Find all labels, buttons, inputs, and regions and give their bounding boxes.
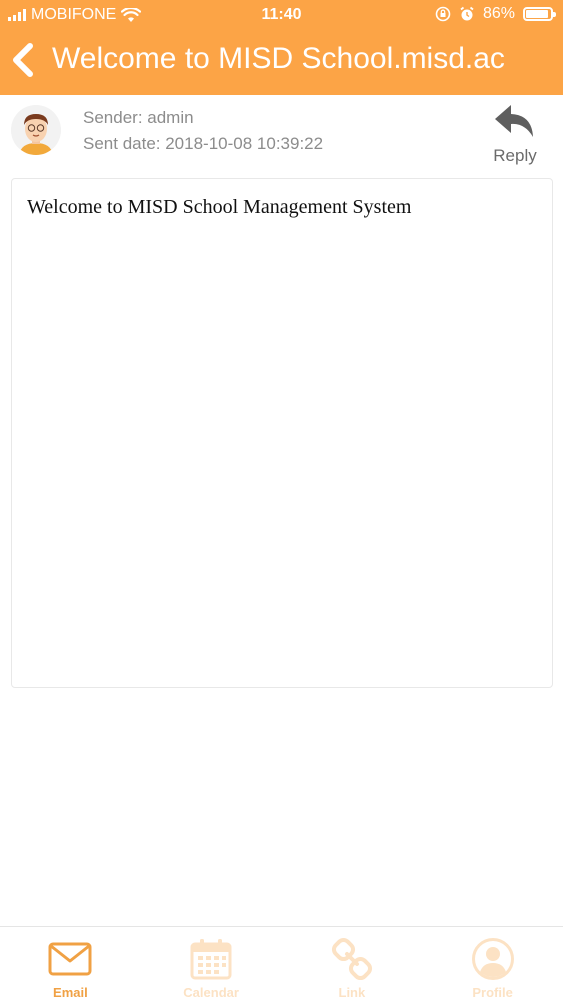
tab-calendar-label: Calendar bbox=[183, 985, 239, 1000]
top-bar: MOBIFONE 11:40 86% Welcome to MISD Schoo… bbox=[0, 0, 563, 95]
alarm-icon bbox=[460, 6, 474, 21]
sender-row: Sender: admin Sent date: 2018-10-08 10:3… bbox=[0, 95, 563, 175]
tab-link[interactable]: Link bbox=[282, 927, 423, 1000]
reply-arrow-icon bbox=[495, 105, 533, 137]
page-title: Welcome to MISD School.misd.ac bbox=[52, 42, 505, 75]
nav-header: Welcome to MISD School.misd.ac bbox=[0, 30, 563, 95]
tab-profile-label: Profile bbox=[472, 985, 513, 1000]
tab-calendar[interactable]: Calendar bbox=[141, 927, 282, 1000]
message-card: Welcome to MISD School Management System bbox=[11, 178, 553, 688]
avatar-person-icon bbox=[11, 105, 61, 155]
profile-icon bbox=[471, 938, 514, 980]
sent-date-label: Sent date: 2018-10-08 10:39:22 bbox=[83, 134, 324, 153]
link-icon bbox=[331, 937, 372, 981]
message-meta: Sender: admin Sent date: 2018-10-08 10:3… bbox=[83, 105, 323, 157]
back-button[interactable] bbox=[6, 40, 42, 80]
message-body: Welcome to MISD School Management System bbox=[27, 196, 412, 218]
reply-button[interactable]: Reply bbox=[489, 103, 541, 166]
tab-link-label: Link bbox=[338, 985, 366, 1000]
rotation-lock-icon bbox=[435, 6, 451, 22]
envelope-icon bbox=[48, 942, 92, 976]
avatar bbox=[11, 105, 61, 155]
chevron-left-icon bbox=[13, 43, 33, 77]
calendar-icon bbox=[190, 939, 232, 980]
tab-bar: Email Calendar Link Profile bbox=[0, 926, 563, 1000]
battery-icon bbox=[523, 7, 556, 21]
sender-label: Sender: admin bbox=[83, 108, 194, 127]
tab-email[interactable]: Email bbox=[0, 927, 141, 1000]
tab-email-label: Email bbox=[53, 985, 88, 1000]
reply-label: Reply bbox=[493, 146, 537, 165]
tab-profile[interactable]: Profile bbox=[422, 927, 563, 1000]
status-right: 86% bbox=[435, 5, 556, 23]
battery-percent: 86% bbox=[482, 5, 515, 22]
status-bar: MOBIFONE 11:40 86% bbox=[0, 0, 563, 30]
